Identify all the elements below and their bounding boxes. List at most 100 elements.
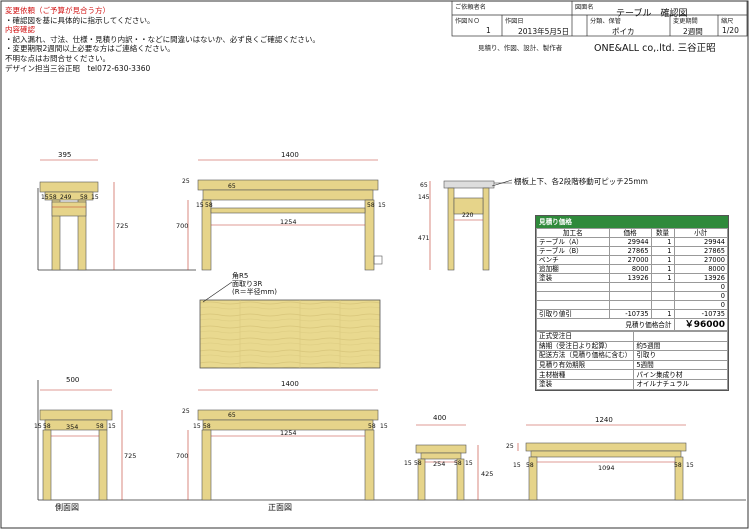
dim-label: 1400: [281, 380, 299, 388]
cell: [608, 291, 652, 301]
table-row: 追加棚 8000 1 8000: [536, 264, 728, 274]
check-line: ・変更期限2週間以上必要な方はご連絡ください。: [5, 44, 175, 54]
check-line: 不明な点はお問合せください。: [5, 53, 110, 63]
table-row: 0: [536, 300, 728, 310]
cell: 見積り有効期限: [535, 359, 635, 371]
table-b-front-view: [187, 389, 379, 501]
cell: 27000: [608, 255, 652, 265]
dim-label: 58: [414, 460, 422, 467]
front-view-label: 正面図: [268, 503, 292, 512]
dim-label: 725: [124, 452, 137, 460]
cell: [650, 282, 675, 292]
notes-block: 変更依頼（ご予算が見合う方） ・確認図を基に具体的に指示してください。 内容確認…: [5, 6, 320, 73]
cell: 塗装: [535, 378, 635, 390]
no-label: 作図ＮＯ: [455, 18, 480, 25]
cell: 納期（受注日より起算）: [535, 340, 635, 352]
table-row: 塗装 13926 1 13926: [536, 273, 728, 283]
period-value: 2週間: [683, 27, 703, 36]
dim-label: 65: [228, 183, 236, 190]
cell: パイン集成り材: [633, 369, 728, 380]
total-value: ￥96000: [673, 318, 728, 331]
table-header-row: 加工名 価格 数量 小計: [536, 228, 728, 238]
dim-label: 1240: [595, 416, 613, 424]
change-line: ・確認図を基に具体的に指示してください。: [5, 15, 155, 25]
check-line: デザイン担当三谷正昭 tel072-630-3360: [5, 63, 151, 73]
table-row: 見積り有効期限 5週間: [535, 359, 728, 371]
table-a-side-view: [39, 159, 115, 271]
cell: 1: [650, 309, 675, 319]
cell: [608, 300, 652, 310]
dim-label: 725: [116, 222, 129, 230]
table-row: ベンチ 27000 1 27000: [536, 255, 728, 265]
col-header: 価格: [608, 228, 652, 238]
conditions-table: 正式受注日 納期（受注日より起算） 約5週間 配送方法（見積り価格に含む） 引取り …: [535, 331, 728, 390]
col-header: 小計: [673, 228, 728, 238]
cell: 5週間: [633, 359, 728, 371]
dim-label: 25: [182, 178, 190, 185]
dim-label: 700: [176, 452, 189, 460]
table-row: 0: [536, 282, 728, 292]
dim-label: 220: [462, 212, 474, 219]
class-value: ポイカ: [612, 27, 635, 36]
dim-label: 15: [465, 460, 473, 467]
cell: 引取り値引: [536, 309, 610, 319]
class-label: 分類、保管: [590, 18, 621, 25]
date-value: 2013年5月5日: [518, 27, 570, 36]
side-view-label: 側面図: [55, 503, 79, 512]
dim-label: 500: [66, 376, 80, 384]
col-header: 加工名: [536, 228, 610, 238]
dim-label: 58: [368, 423, 376, 430]
dim-label: 15: [91, 194, 99, 201]
shelf-note: 棚板上下、各2段階移動可ピッチ25mm: [514, 177, 648, 186]
table-top-plan: [199, 281, 381, 369]
shelf-side-view: [429, 180, 512, 271]
cell: 追加棚: [536, 264, 610, 274]
cell: 0: [673, 282, 728, 292]
dim-label: 65: [228, 412, 236, 419]
total-label: 見積り価格合計: [536, 318, 675, 331]
dim-label: 425: [481, 470, 494, 478]
cell: 引取り: [633, 350, 728, 361]
cell: 27865: [608, 246, 652, 256]
dim-label: 58: [96, 423, 104, 430]
dim-label: 25: [182, 408, 190, 415]
cell: 主材樹種: [535, 369, 635, 380]
dim-label: 254: [433, 460, 446, 468]
dim-label: 700: [176, 222, 189, 230]
dim-label: 15: [378, 202, 386, 209]
check-title: 内容確認: [5, 25, 35, 35]
table-row: 塗装 オイルナチュラル: [535, 378, 728, 390]
cell: 27000: [673, 255, 728, 265]
dim-label: 58: [49, 194, 57, 201]
cell: 13926: [608, 273, 652, 283]
date-label: 作図日: [505, 18, 524, 25]
cell: 約5週間: [633, 340, 728, 352]
cell: 29944: [608, 237, 652, 247]
cell: テーブル（A）: [536, 237, 610, 247]
period-label: 変更期間: [673, 18, 698, 25]
cell: [633, 331, 728, 342]
cell: テーブル（B）: [536, 246, 610, 256]
col-header: 数量: [650, 228, 675, 238]
table-row: 主材樹種 パイン集成り材: [535, 369, 728, 380]
table-row: 納期（受注日より起算） 約5週間: [535, 340, 728, 352]
cell: 1: [650, 237, 675, 247]
cell: [536, 300, 610, 310]
dim-label: 15: [513, 462, 521, 469]
total-row: 見積り価格合計 ￥96000: [536, 318, 728, 331]
cell: 8000: [673, 264, 728, 274]
cell: [536, 282, 610, 292]
dim-label: 58: [454, 460, 462, 467]
dim-label: 65: [420, 182, 428, 189]
company-name: ONE&ALL co,.ltd. 三谷正昭: [594, 43, 716, 54]
table-row: テーブル（B） 27865 1 27865: [536, 246, 728, 256]
dim-label: 15: [41, 194, 49, 201]
dim-label: 1254: [280, 429, 297, 437]
dim-label: 395: [58, 151, 72, 159]
cell: -10735: [608, 309, 652, 319]
dim-label: 25: [506, 443, 514, 450]
table-row: 正式受注日: [535, 331, 728, 342]
cell: [650, 291, 675, 301]
dim-label: 145: [418, 194, 430, 201]
dim-label: 58: [674, 462, 682, 469]
